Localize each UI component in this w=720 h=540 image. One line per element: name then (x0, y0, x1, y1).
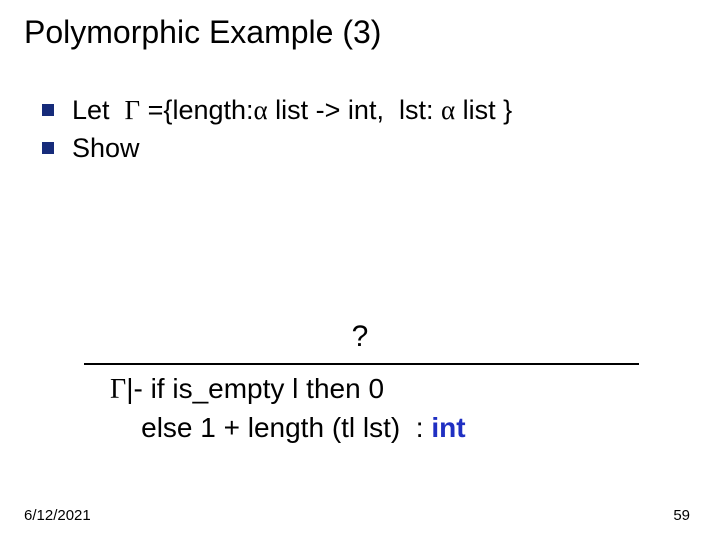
let-mid: ={length: (140, 95, 253, 125)
premise-question: ? (0, 320, 720, 354)
footer-page-number: 59 (673, 507, 690, 524)
footer-date: 6/12/2021 (24, 507, 91, 524)
conclusion-block: Γ|- if is_empty l then 0 else 1 + length… (110, 370, 466, 447)
int-keyword: int (431, 412, 465, 443)
gamma-symbol: Γ (125, 95, 141, 125)
bullet-text-2: Show (72, 130, 140, 166)
bullet-item: Show (42, 130, 512, 166)
slide: Polymorphic Example (3) Let Γ ={length:α… (0, 0, 720, 540)
bullet-item: Let Γ ={length:α list -> int, lst: α lis… (42, 92, 512, 128)
conclusion-line2-prefix: else 1 + length (tl lst) : (110, 412, 431, 443)
bullet-text-1: Let Γ ={length:α list -> int, lst: α lis… (72, 92, 512, 128)
square-bullet-icon (42, 142, 54, 154)
alpha-symbol: α (441, 95, 455, 125)
inference-rule-line (84, 363, 639, 365)
slide-title: Polymorphic Example (3) (24, 14, 381, 51)
alpha-symbol: α (254, 95, 268, 125)
let-mid2: list -> int, lst: (268, 95, 441, 125)
conclusion-line1: |- if is_empty l then 0 (126, 373, 384, 404)
let-prefix: Let (72, 95, 125, 125)
let-suffix: list } (455, 95, 512, 125)
gamma-symbol: Γ (110, 374, 126, 405)
bullet-list: Let Γ ={length:α list -> int, lst: α lis… (42, 92, 512, 169)
square-bullet-icon (42, 104, 54, 116)
